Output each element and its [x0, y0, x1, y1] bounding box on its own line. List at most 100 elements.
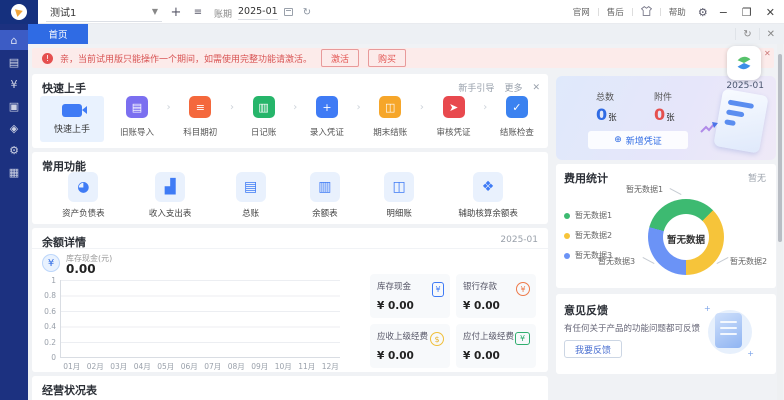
- step-opening-balances[interactable]: ≡ 科目期初: [175, 96, 225, 138]
- quickstart-title: 快速上手: [42, 80, 86, 96]
- step-old-accounts-import[interactable]: ▤ 旧账导入: [112, 96, 162, 138]
- chevron-right-icon: ›: [167, 102, 171, 113]
- sidebar-item-home[interactable]: ⌂: [0, 30, 28, 50]
- cubes-icon: ◫: [384, 172, 414, 202]
- quickstart-links: 新手引导 更多 ✕: [458, 81, 540, 94]
- leader-line: [717, 257, 729, 264]
- voucher-attachments: 附件 0张: [654, 90, 675, 124]
- minimize-button[interactable]: −: [716, 6, 731, 19]
- step-closing-check[interactable]: ✓ 结账检查: [492, 96, 542, 138]
- divider: [660, 8, 661, 16]
- account-list-icon[interactable]: ≡: [190, 0, 206, 24]
- feedback-title: 意见反馈: [564, 302, 608, 318]
- item-auxiliary-balance[interactable]: ❖ 辅助核算余额表: [458, 172, 518, 219]
- service-link[interactable]: 售后: [607, 6, 624, 18]
- legend-item: 暂无数据1: [564, 210, 612, 221]
- item-income-expense[interactable]: ▟ 收入支出表: [149, 172, 192, 219]
- wallet-icon: ▥: [253, 96, 275, 118]
- sidebar-item-ledgers[interactable]: ¥: [0, 74, 28, 94]
- voucher-total: 总数 0张: [596, 90, 617, 124]
- common-functions-card: 常用功能 ◕ 资产负债表 ▟ 收入支出表 ▤ 总账 ▥ 余额表 ◫ 明细账 ❖ …: [32, 152, 548, 224]
- warning-icon: !: [42, 53, 53, 64]
- skin-icon[interactable]: [641, 6, 652, 19]
- beginner-guide-link[interactable]: 新手引导: [458, 81, 494, 94]
- books-icon: ▤: [236, 172, 266, 202]
- cash-metric-value: 0.00: [66, 262, 96, 276]
- page-scrollbar: [777, 44, 783, 400]
- expense-title: 费用统计: [564, 170, 608, 186]
- mini-card-bank-deposit[interactable]: 银行存款 ¥ ¥ 0.00: [456, 274, 536, 318]
- feedback-button[interactable]: 我要反馈: [564, 340, 622, 358]
- quickstart-video-tile[interactable]: 快速上手: [40, 96, 104, 142]
- account-switcher[interactable]: 测试1 ▼: [46, 1, 162, 22]
- chevron-right-icon: ›: [483, 102, 487, 113]
- item-general-ledger[interactable]: ▤ 总账: [236, 172, 266, 219]
- mini-card-receivable-fees[interactable]: 应收上级经费 $ ¥ 0.00: [370, 324, 450, 368]
- step-period-close[interactable]: ◫ 期末结账: [365, 96, 415, 138]
- sidebar-item-vouchers[interactable]: ▤: [0, 52, 28, 72]
- balance-period: 2025-01: [500, 235, 538, 245]
- sidebar-item-settings[interactable]: ⚙: [0, 140, 28, 160]
- quickstart-close-icon[interactable]: ✕: [532, 83, 540, 93]
- donut-center-label: 暂无数据: [648, 232, 724, 246]
- item-subledger[interactable]: ◫ 明细账: [384, 172, 414, 219]
- donut-callout-1: 暂无数据1: [626, 184, 663, 195]
- leader-line: [643, 257, 655, 264]
- sidebar-item-reports[interactable]: ▣: [0, 96, 28, 116]
- legend-dot-yellow: [564, 233, 570, 239]
- more-link[interactable]: 更多: [504, 81, 522, 94]
- settings-gear-icon[interactable]: ⚙: [698, 6, 708, 19]
- maximize-button[interactable]: ❐: [739, 6, 755, 19]
- tab-refresh-icon[interactable]: ↻: [735, 28, 758, 40]
- scrollbar-thumb[interactable]: [778, 54, 782, 242]
- tab-home[interactable]: 首页: [28, 24, 88, 44]
- item-trial-balance[interactable]: ▥ 余额表: [310, 172, 340, 219]
- sidebar: ⌂ ▤ ¥ ▣ ◈ ⚙ ▦: [0, 24, 28, 400]
- list-icon: ≡: [189, 96, 211, 118]
- chevron-down-icon: ▼: [152, 7, 158, 16]
- chevron-right-icon: ›: [230, 102, 234, 113]
- expense-statistics-card: 费用统计 暂无 暂无数据1 暂无数据2 暂无数据3 暂无数据 暂无数据1 暂无数…: [556, 164, 776, 288]
- mini-card-cash[interactable]: 库存现金 ¥ ¥ 0.00: [370, 274, 450, 318]
- refresh-period-icon[interactable]: ↻: [300, 0, 314, 24]
- app-logo-icon: [11, 4, 27, 20]
- balance-details-card: 余额详情 2025-01 ¥ 库存现金(元) 0.00 1 0.8 0.6 0.…: [32, 228, 548, 372]
- sidebar-item-statements[interactable]: ▦: [0, 162, 28, 182]
- buy-button[interactable]: 购买: [368, 49, 406, 67]
- calendar-icon[interactable]: [284, 8, 293, 16]
- legend-dot-green: [564, 213, 570, 219]
- plus-circle-icon: ⊕: [614, 135, 622, 145]
- official-site-link[interactable]: 官网: [573, 6, 590, 18]
- activate-button[interactable]: 激活: [321, 49, 359, 67]
- mini-card-payable-fees[interactable]: 应付上级经费 ¥ ¥ 0.00: [456, 324, 536, 368]
- feedback-illustration: + +: [704, 306, 754, 358]
- step-audit-voucher[interactable]: ➤ 审核凭证: [429, 96, 479, 138]
- tab-close-icon[interactable]: ✕: [759, 28, 782, 40]
- trial-banner: ! 亲，当前试用版只能操作一个期间，如需使用完整功能请激活。 激活 购买: [32, 48, 774, 68]
- period-picker[interactable]: 2025-01: [238, 6, 278, 20]
- titlebar-menu: 官网 售后 帮助 ⚙ − ❐ ✕: [573, 0, 778, 24]
- voucher-attach-value: 0: [654, 105, 665, 124]
- feedback-desc: 有任何关于产品的功能问题都可反馈: [564, 322, 700, 334]
- trend-arrow-icon: [700, 120, 718, 134]
- step-journal[interactable]: ▥ 日记账: [239, 96, 289, 138]
- add-account-icon[interactable]: +: [168, 0, 184, 24]
- close-button[interactable]: ✕: [763, 6, 778, 19]
- voucher-summary-card: 2025-01 总数 0张 附件 0张 ⊕ 新增凭证: [556, 76, 776, 160]
- help-link[interactable]: 帮助: [669, 6, 686, 18]
- report-icon: ▣: [9, 100, 19, 113]
- step-enter-voucher[interactable]: + 录入凭证: [302, 96, 352, 138]
- statements-icon: ▦: [9, 166, 19, 179]
- assistant-close-icon[interactable]: ✕: [764, 49, 771, 58]
- item-balance-sheet[interactable]: ◕ 资产负债表: [62, 172, 105, 219]
- account-name: 测试1: [50, 4, 76, 19]
- coin-hand-icon: ¥: [516, 282, 530, 296]
- sidebar-item-funds[interactable]: ◈: [0, 118, 28, 138]
- voucher-period: 2025-01: [726, 81, 764, 91]
- blocks-icon: ❖: [473, 172, 503, 202]
- add-voucher-button[interactable]: ⊕ 新增凭证: [588, 131, 688, 149]
- operating-status-card: 经营状况表: [32, 376, 548, 400]
- gear-icon: ⚙: [9, 144, 19, 157]
- calendar-check-icon: ✓: [506, 96, 528, 118]
- assistant-widget[interactable]: [727, 46, 761, 80]
